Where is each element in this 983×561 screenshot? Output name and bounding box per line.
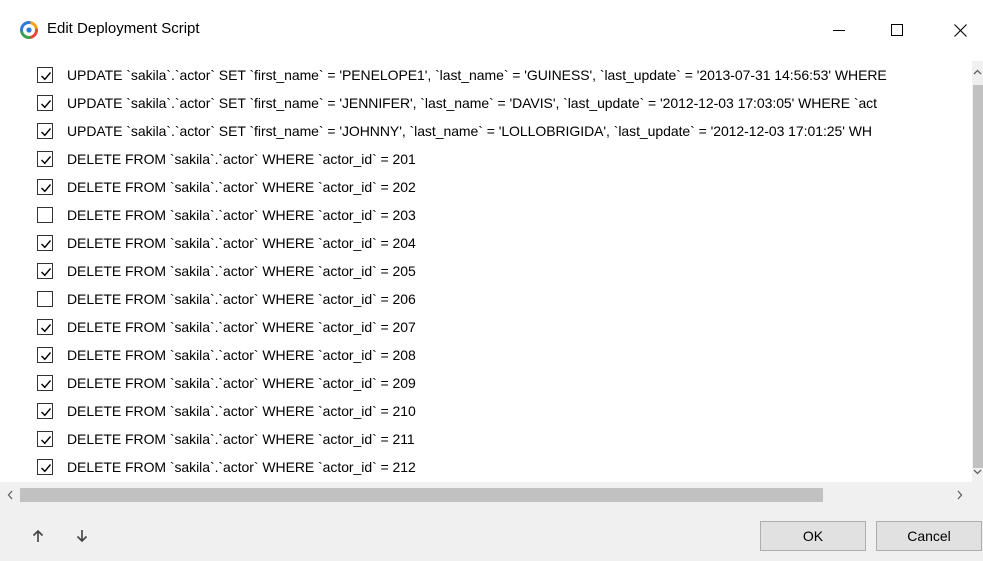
sql-statement-text: DELETE FROM `sakila`.`actor` WHERE `acto…	[67, 431, 415, 447]
sql-statement-text: DELETE FROM `sakila`.`actor` WHERE `acto…	[67, 207, 416, 223]
maximize-button[interactable]	[874, 10, 920, 50]
script-row[interactable]: DELETE FROM `sakila`.`actor` WHERE `acto…	[26, 397, 972, 425]
edit-deployment-script-dialog: Edit Deployment Script UPDATE `sakila`.`…	[0, 0, 983, 561]
script-row[interactable]: DELETE FROM `sakila`.`actor` WHERE `acto…	[26, 425, 972, 453]
maximize-icon	[891, 24, 903, 36]
scroll-left-button[interactable]	[0, 482, 20, 508]
horizontal-scrollbar[interactable]	[0, 482, 972, 508]
vertical-scroll-thumb[interactable]	[973, 85, 983, 468]
cancel-button[interactable]: Cancel	[876, 521, 982, 551]
row-checkbox[interactable]	[37, 123, 53, 139]
sql-statement-text: UPDATE `sakila`.`actor` SET `first_name`…	[67, 95, 877, 111]
script-row[interactable]: DELETE FROM `sakila`.`actor` WHERE `acto…	[26, 313, 972, 341]
sql-statement-text: DELETE FROM `sakila`.`actor` WHERE `acto…	[67, 179, 416, 195]
dialog-title: Edit Deployment Script	[47, 20, 200, 37]
close-icon	[953, 23, 967, 37]
scrollbar-corner	[972, 482, 983, 508]
sql-statement-text: DELETE FROM `sakila`.`actor` WHERE `acto…	[67, 263, 416, 279]
sql-statement-text: DELETE FROM `sakila`.`actor` WHERE `acto…	[67, 347, 416, 363]
arrow-down-icon	[76, 530, 88, 543]
ok-button[interactable]: OK	[760, 521, 866, 551]
row-checkbox[interactable]	[37, 431, 53, 447]
move-up-button[interactable]	[30, 527, 46, 545]
row-checkbox[interactable]	[37, 207, 53, 223]
row-checkbox[interactable]	[37, 291, 53, 307]
scroll-down-arrow-icon	[973, 469, 982, 475]
sql-statement-text: DELETE FROM `sakila`.`actor` WHERE `acto…	[67, 235, 416, 251]
horizontal-scroll-thumb[interactable]	[20, 488, 823, 502]
move-down-button[interactable]	[74, 527, 90, 545]
row-checkbox[interactable]	[37, 375, 53, 391]
row-checkbox[interactable]	[37, 459, 53, 475]
scroll-up-arrow-icon	[973, 69, 982, 75]
row-checkbox[interactable]	[37, 263, 53, 279]
script-row[interactable]: DELETE FROM `sakila`.`actor` WHERE `acto…	[26, 285, 972, 313]
script-statement-list[interactable]: UPDATE `sakila`.`actor` SET `first_name`…	[26, 61, 972, 481]
row-checkbox[interactable]	[37, 95, 53, 111]
row-checkbox[interactable]	[37, 347, 53, 363]
sql-statement-text: DELETE FROM `sakila`.`actor` WHERE `acto…	[67, 291, 416, 307]
sql-statement-text: DELETE FROM `sakila`.`actor` WHERE `acto…	[67, 151, 416, 167]
row-checkbox[interactable]	[37, 403, 53, 419]
sql-statement-text: UPDATE `sakila`.`actor` SET `first_name`…	[67, 67, 887, 83]
script-row[interactable]: DELETE FROM `sakila`.`actor` WHERE `acto…	[26, 229, 972, 257]
script-row[interactable]: DELETE FROM `sakila`.`actor` WHERE `acto…	[26, 341, 972, 369]
script-row[interactable]: UPDATE `sakila`.`actor` SET `first_name`…	[26, 89, 972, 117]
dialog-footer: OK Cancel	[0, 508, 983, 561]
row-checkbox[interactable]	[37, 67, 53, 83]
script-row[interactable]: UPDATE `sakila`.`actor` SET `first_name`…	[26, 61, 972, 89]
row-checkbox[interactable]	[37, 235, 53, 251]
scroll-right-arrow-icon	[957, 490, 963, 500]
minimize-icon	[833, 30, 845, 31]
script-row[interactable]: UPDATE `sakila`.`actor` SET `first_name`…	[26, 117, 972, 145]
sql-statement-text: DELETE FROM `sakila`.`actor` WHERE `acto…	[67, 319, 416, 335]
sql-statement-text: UPDATE `sakila`.`actor` SET `first_name`…	[67, 123, 872, 139]
sql-statement-text: DELETE FROM `sakila`.`actor` WHERE `acto…	[67, 459, 416, 475]
close-button[interactable]	[937, 10, 983, 50]
devart-app-icon	[19, 20, 39, 40]
arrow-up-icon	[32, 529, 44, 542]
script-row[interactable]: DELETE FROM `sakila`.`actor` WHERE `acto…	[26, 201, 972, 229]
title-bar: Edit Deployment Script	[0, 0, 983, 61]
minimize-button[interactable]	[816, 10, 862, 50]
sql-statement-text: DELETE FROM `sakila`.`actor` WHERE `acto…	[67, 375, 416, 391]
row-checkbox[interactable]	[37, 179, 53, 195]
script-row[interactable]: DELETE FROM `sakila`.`actor` WHERE `acto…	[26, 145, 972, 173]
row-checkbox[interactable]	[37, 319, 53, 335]
scroll-down-button[interactable]	[972, 465, 983, 479]
script-row[interactable]: DELETE FROM `sakila`.`actor` WHERE `acto…	[26, 453, 972, 481]
script-row[interactable]: DELETE FROM `sakila`.`actor` WHERE `acto…	[26, 369, 972, 397]
script-row[interactable]: DELETE FROM `sakila`.`actor` WHERE `acto…	[26, 173, 972, 201]
row-checkbox[interactable]	[37, 151, 53, 167]
scroll-right-button[interactable]	[950, 482, 970, 508]
vertical-scrollbar[interactable]	[972, 61, 983, 482]
scroll-left-arrow-icon	[7, 490, 13, 500]
scroll-up-button[interactable]	[972, 65, 983, 79]
script-row[interactable]: DELETE FROM `sakila`.`actor` WHERE `acto…	[26, 257, 972, 285]
sql-statement-text: DELETE FROM `sakila`.`actor` WHERE `acto…	[67, 403, 416, 419]
